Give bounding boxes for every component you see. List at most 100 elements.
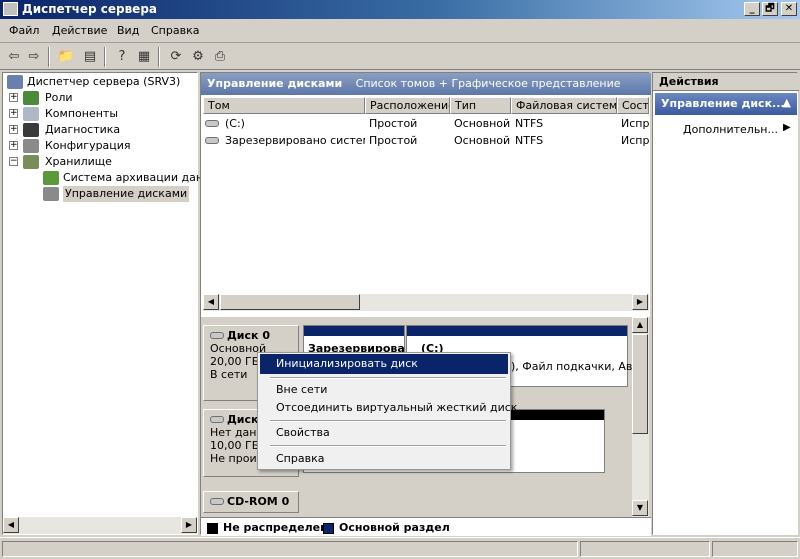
action-more[interactable]: Дополнительн... [683,123,778,136]
tree-root-label: Диспетчер сервера (SRV3) [27,75,181,88]
scroll-down-icon[interactable]: ▼ [632,500,648,516]
menu-view[interactable]: Вид [117,24,139,37]
column-volume[interactable]: Том [203,97,365,114]
scroll-thumb[interactable] [632,334,648,434]
expand-icon[interactable]: + [9,125,18,134]
legend-label: Не распределен [223,521,328,534]
menu-detach-vhd[interactable]: Отсоединить виртуальный жесткий диск [260,398,517,418]
pane-subtitle: Список томов + Графическое представление [355,77,621,90]
submenu-arrow-icon: ▶ [783,122,791,133]
scroll-thumb[interactable] [220,294,360,310]
expand-icon[interactable]: + [9,141,18,150]
disk-management-icon [43,187,59,201]
tree-horizontal-scrollbar[interactable]: ◀ ▶ [3,517,197,534]
tree-item-label: Управление дисками [63,186,190,202]
legend-swatch-unallocated [207,523,218,534]
roles-icon [23,91,39,105]
menu-offline[interactable]: Вне сети [260,380,508,400]
backup-icon [43,171,59,185]
disk-icon [210,332,224,339]
scroll-right-icon[interactable]: ▶ [632,294,648,310]
disk-context-menu: Инициализировать диск Вне сети Отсоедини… [257,352,517,470]
expand-icon[interactable]: + [9,93,18,102]
menu-bar: Файл Действие Вид Справка [0,19,800,43]
collapse-section-icon[interactable]: ▲ [783,96,791,109]
scroll-right-icon[interactable]: ▶ [181,517,197,533]
disk-area-vertical-scrollbar[interactable]: ▲ ▼ [632,317,649,517]
volume-list-horizontal-scrollbar[interactable]: ◀ ▶ [203,294,649,311]
column-type[interactable]: Тип [450,97,511,114]
cd-rom-icon [210,498,224,505]
action-more-label: Дополнительн... [683,123,778,136]
restore-button[interactable]: 🗗 [762,2,778,16]
diagnostics-icon [23,123,39,137]
volume-drive-icon [205,137,219,144]
show-hide-tree-icon[interactable]: ▤ [80,47,100,67]
refresh-icon[interactable]: ⟳ [166,47,186,67]
disk-0-name: Диск 0 [210,329,292,342]
title-bar: Диспетчер сервера _ 🗗 ✕ [0,0,800,19]
toolbar: ⇦ ⇨ 📁 ▤ ? ▦ ⟳ ⚙ ⎙ [0,44,800,70]
legend-label: Основной раздел [339,521,450,534]
volume-type: Основной [454,117,510,130]
menu-help[interactable]: Справка [151,24,199,37]
scroll-left-icon[interactable]: ◀ [3,517,19,533]
scroll-left-icon[interactable]: ◀ [203,294,219,310]
menu-separator [270,420,506,422]
volume-drive-icon [205,120,219,127]
collapse-icon[interactable]: − [9,157,18,166]
column-filesystem[interactable]: Файловая система [511,97,617,114]
menu-separator [270,445,506,447]
status-panel [580,541,710,557]
volume-row[interactable]: (C:) Простой Основной NTFS Испра [203,115,649,132]
cd-rom-label[interactable]: CD-ROM 0 [203,491,299,513]
properties-icon[interactable]: ▦ [134,47,154,67]
components-icon [23,107,39,121]
server-icon [7,75,23,89]
pane-title: Управление дисками [207,77,343,90]
expand-icon[interactable]: + [9,109,18,118]
back-icon[interactable]: ⇦ [4,47,24,67]
toolbar-separator [104,47,106,67]
actions-section[interactable]: Управление диск... ▲ [655,93,797,115]
volume-location: Простой [369,117,418,130]
actions-section-label: Управление диск... [661,97,785,110]
menu-file[interactable]: Файл [9,24,39,37]
forward-icon[interactable]: ⇨ [24,47,44,67]
tree-item-label: Хранилище [45,155,112,168]
partition-detail: ), Файл подкачки, Ава [511,360,640,373]
menu-separator [270,377,506,379]
help-icon[interactable]: ? [112,47,132,67]
scroll-up-icon[interactable]: ▲ [632,317,648,333]
tree-item-label: Система архивации данн [63,171,211,184]
partition-bar [304,326,404,336]
disk-icon [210,416,224,423]
menu-properties[interactable]: Свойства [260,423,508,443]
up-folder-icon[interactable]: 📁 [56,47,76,67]
export-icon[interactable]: ⎙ [210,47,230,67]
menu-action[interactable]: Действие [52,24,107,37]
settings-icon[interactable]: ⚙ [188,47,208,67]
volume-row[interactable]: Зарезервировано системой Простой Основно… [203,132,649,149]
minimize-button[interactable]: _ [744,2,760,16]
menu-help-item[interactable]: Справка [260,449,508,469]
volume-status: Испра [621,134,649,147]
toolbar-separator [48,47,50,67]
volume-type: Основной [454,134,510,147]
configuration-icon [23,139,39,153]
menu-initialize-disk[interactable]: Инициализировать диск [260,354,508,374]
volume-filesystem: NTFS [515,134,544,147]
status-bar [0,537,800,559]
close-button[interactable]: ✕ [781,2,797,16]
legend: Не распределен Основной раздел [201,517,651,536]
volume-location: Простой [369,134,418,147]
volume-name: Зарезервировано системой [225,134,365,147]
volume-list-header: Том Расположение Тип Файловая система Со… [203,97,649,114]
column-location[interactable]: Расположение [365,97,450,114]
window-title: Диспетчер сервера [22,2,157,16]
tree-item-label: Компоненты [45,107,119,120]
column-status[interactable]: Состо [617,97,649,114]
navigation-tree: Диспетчер сервера (SRV3) + Роли + Компон… [2,72,210,535]
actions-pane: Действия Управление диск... ▲ Дополнител… [652,72,799,535]
toolbar-separator [158,47,160,67]
